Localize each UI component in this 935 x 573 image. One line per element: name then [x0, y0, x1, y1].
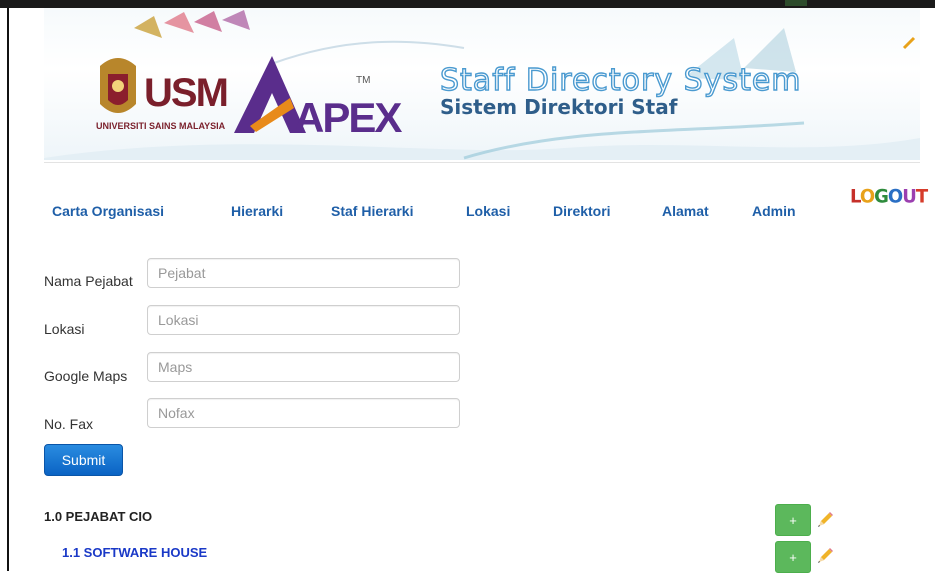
org-item-pejabat-cio[interactable]: 1.0 PEJABAT CIO — [44, 509, 152, 524]
nav-lokasi[interactable]: Lokasi — [466, 203, 510, 219]
nav-staf-hierarki[interactable]: Staf Hierarki — [331, 203, 413, 219]
google-maps-label: Google Maps — [44, 368, 128, 384]
apex-tm: TM — [356, 75, 370, 86]
fax-input[interactable] — [147, 398, 460, 428]
office-name-label: Nama Pejabat — [44, 273, 133, 289]
usm-abbr: USM — [144, 71, 227, 115]
location-input[interactable] — [147, 305, 460, 335]
university-name: UNIVERSITI SAINS MALAYSIA — [96, 121, 226, 131]
window-control — [785, 0, 807, 6]
window-top-bar — [0, 0, 935, 8]
nav-admin[interactable]: Admin — [752, 203, 796, 219]
title-english: Staff Directory System — [440, 63, 802, 98]
org-item-software-house[interactable]: 1.1 SOFTWARE HOUSE — [62, 545, 207, 560]
nav-alamat[interactable]: Alamat — [662, 203, 709, 219]
pencil-icon[interactable] — [815, 510, 835, 530]
header-banner: USM UNIVERSITI SAINS MALAYSIA APEX TM St… — [44, 8, 920, 160]
title-malay: Sistem Direktori Staf — [440, 95, 678, 119]
apex-logo: APEX — [294, 94, 402, 141]
logout-button[interactable]: LOGOUT — [850, 185, 928, 207]
nav-direktori[interactable]: Direktori — [553, 203, 611, 219]
add-child-button[interactable]: + — [775, 504, 811, 536]
submit-button[interactable]: Submit — [44, 444, 123, 476]
pencil-icon[interactable] — [815, 546, 835, 566]
nav-carta-organisasi[interactable]: Carta Organisasi — [52, 203, 164, 219]
banner-divider — [44, 162, 920, 163]
banner-graphic: USM UNIVERSITI SAINS MALAYSIA APEX TM St… — [44, 10, 920, 160]
fax-label: No. Fax — [44, 416, 94, 432]
add-child-button[interactable]: + — [775, 541, 811, 573]
google-maps-input[interactable] — [147, 352, 460, 382]
nav-hierarki[interactable]: Hierarki — [231, 203, 283, 219]
window-left-border — [7, 8, 9, 571]
office-name-input[interactable] — [147, 258, 460, 288]
location-label: Lokasi — [44, 321, 85, 337]
